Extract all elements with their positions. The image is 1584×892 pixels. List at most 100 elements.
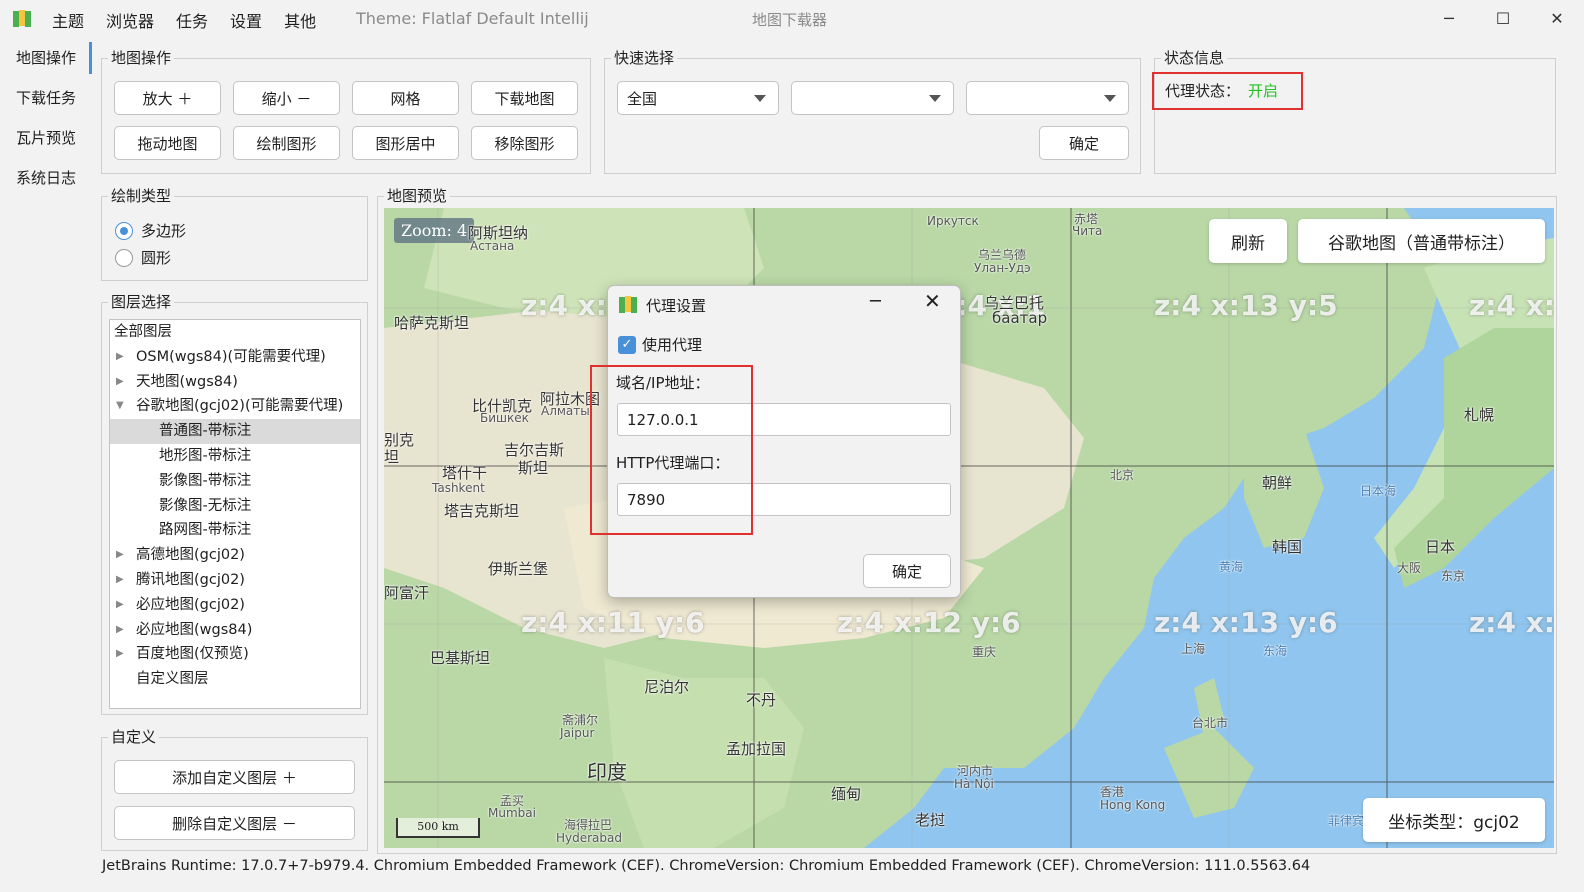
nav-tile-preview[interactable]: 瓦片预览 [0,118,92,158]
tree-row[interactable]: 影像图-带标注 [110,469,360,494]
province-select[interactable]: 全国 [617,81,779,115]
nav-system-log[interactable]: 系统日志 [0,158,92,198]
tree-row-label: 天地图(wgs84) [136,373,238,390]
center-shape-button[interactable]: 图形居中 [352,126,459,160]
city-select[interactable] [791,81,954,115]
map-view[interactable]: Zoom: 4 刷新 谷歌地图（普通带标注） z:4 x:1 z:4 x:1 z… [384,208,1554,848]
maximize-button[interactable]: ☐ [1476,0,1530,36]
tree-row[interactable]: ▶ 必应地图(wgs84) [110,618,360,643]
grid-button[interactable]: 网格 [352,81,459,115]
close-button[interactable]: ✕ [1530,0,1584,36]
dialog-close-button[interactable]: ✕ [924,289,941,313]
use-proxy-checkbox[interactable]: ✓ 使用代理 [618,334,702,355]
add-custom-layer-button[interactable]: 添加自定义图层 ＋ [114,760,355,794]
tree-row-label: 路网图-带标注 [159,522,252,539]
draw-shape-button[interactable]: 绘制图形 [233,126,340,160]
layer-tree: 全部图层 ▶ OSM(wgs84)(可能需要代理) ▶ 天地图(wgs84) ▼ 谷歌地图(… [109,319,361,709]
menu-tasks[interactable]: 任务 [176,8,208,32]
minimize-button[interactable]: ─ [1422,0,1476,36]
window-title: 地图下载器 [752,11,828,29]
dialog-confirm-button[interactable]: 确定 [863,554,951,588]
map-place-label: 巴基斯坦 [430,649,491,667]
tree-row[interactable]: ▶ OSM(wgs84)(可能需要代理) [110,345,360,370]
map-place-label: Улан-Удэ [974,261,1031,275]
district-select[interactable] [966,81,1129,115]
tree-row[interactable]: 影像图-无标注 [110,494,360,519]
menu-settings[interactable]: 设置 [230,8,262,32]
tree-row-label: 普通图-带标注 [159,423,252,440]
menu-bar: 主题 浏览器 任务 设置 其他 [52,8,338,32]
menu-other[interactable]: 其他 [284,8,316,32]
menu-theme[interactable]: 主题 [52,8,84,32]
map-place-label: 尼泊尔 [644,678,690,696]
tree-row-label: 腾讯地图(gcj02) [136,571,245,588]
expand-right-icon[interactable]: ▶ [116,543,124,568]
map-place-label: 东京 [1441,569,1466,583]
map-place-label: 斋浦尔 [562,713,599,727]
tree-row-label: 必应地图(gcj02) [136,596,245,613]
map-place-label: 上海 [1181,642,1206,656]
drag-map-button[interactable]: 拖动地图 [114,126,221,160]
zoom-out-button[interactable]: 缩小 － [233,81,340,115]
tile-label: z:4 x:1 [1469,289,1554,322]
radio-circle[interactable]: 圆形 [115,247,171,268]
remove-custom-layer-button[interactable]: 删除自定义图层 － [114,806,355,840]
dialog-title: 代理设置 [646,297,707,315]
coord-type-button[interactable]: 坐标类型：gcj02 [1363,798,1545,842]
expand-down-icon[interactable]: ▼ [116,394,124,419]
radio-polygon[interactable]: 多边形 [115,220,186,241]
refresh-button[interactable]: 刷新 [1209,219,1287,263]
tree-row[interactable]: 全部图层 [110,320,360,345]
tree-row[interactable]: ▶ 必应地图(gcj02) [110,593,360,618]
tree-row-label: 谷歌地图(gcj02)(可能需要代理) [136,398,344,415]
quick-select-title: 快速选择 [611,47,678,68]
custom-title: 自定义 [108,726,160,747]
map-place-label: 老挝 [915,811,946,829]
remove-shape-button[interactable]: 移除图形 [471,126,578,160]
nav-download-tasks[interactable]: 下载任务 [0,78,92,118]
expand-right-icon[interactable]: ▶ [116,370,124,395]
tile-label: z:4 x:1 [1469,606,1554,639]
chevron-down-icon [754,95,766,102]
tree-row-label: 必应地图(wgs84) [136,621,253,638]
tree-row[interactable]: 地形图-带标注 [110,444,360,469]
expand-right-icon[interactable]: ▶ [116,345,124,370]
map-app-icon [13,10,31,27]
chevron-down-icon [1104,95,1116,102]
tree-row[interactable]: ▶ 天地图(wgs84) [110,370,360,395]
expand-right-icon[interactable]: ▶ [116,593,124,618]
tile-label: z:4 x:12 y:6 [837,606,1021,639]
map-place-label: Чита [1072,224,1103,238]
zoom-in-button[interactable]: 放大 ＋ [114,81,221,115]
map-place-label: Hyderabad [556,831,622,845]
map-app-icon [619,296,637,313]
nav-map-ops[interactable]: 地图操作 [0,38,92,78]
map-place-label: 日本海 [1360,484,1397,498]
tree-row-label: 自定义图层 [136,671,209,688]
map-place-label: Алматы [541,404,590,418]
tree-row[interactable]: ▶ 高德地图(gcj02) [110,543,360,568]
tree-row[interactable]: 路网图-带标注 [110,518,360,543]
map-place-label: 东海 [1263,644,1288,658]
map-place-label: Tashkent [432,481,485,495]
tree-row[interactable]: ▼ 谷歌地图(gcj02)(可能需要代理) [110,394,360,419]
tree-row[interactable]: 自定义图层 [110,667,360,692]
map-place-label: 不丹 [746,691,777,709]
tree-row[interactable]: ▶ 腾讯地图(gcj02) [110,568,360,593]
tree-row[interactable]: 普通图-带标注 [110,419,360,444]
highlight-box [590,365,753,535]
menu-browser[interactable]: 浏览器 [106,8,154,32]
tree-row-label: 高德地图(gcj02) [136,547,245,564]
dialog-minimize-button[interactable]: ─ [870,291,881,312]
chevron-down-icon [929,95,941,102]
expand-right-icon[interactable]: ▶ [116,568,124,593]
expand-right-icon[interactable]: ▶ [116,618,124,643]
expand-right-icon[interactable]: ▶ [116,642,124,667]
tree-row[interactable]: ▶ 百度地图(仅预览) [110,642,360,667]
highlight-box [1152,72,1303,110]
map-place-label: 重庆 [972,645,997,659]
map-place-label: 印度 [587,760,627,784]
layer-name-button[interactable]: 谷歌地图（普通带标注） [1298,219,1545,263]
download-map-button[interactable]: 下载地图 [471,81,578,115]
quick-select-confirm-button[interactable]: 确定 [1039,126,1129,160]
